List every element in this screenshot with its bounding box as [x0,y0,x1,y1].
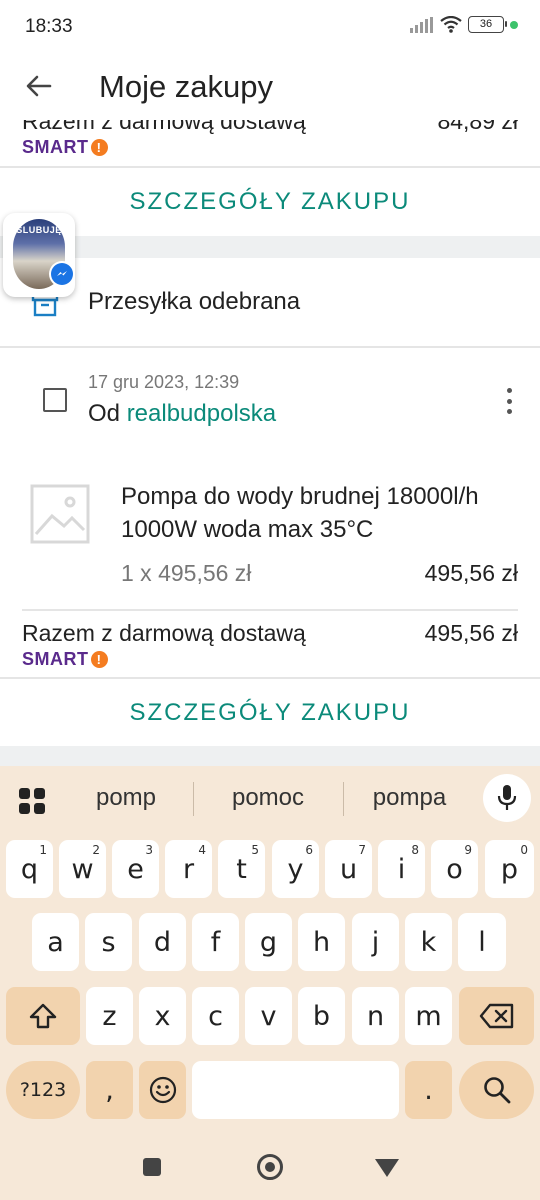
keyboard: pomp pomoc pompa q1 w2 e3 r4 t5 y6 u7 i8… [0,766,540,1130]
suggestion-1[interactable]: pomp [80,784,172,812]
product-quantity-price: 1 x 495,56 zł [121,560,252,586]
key-n[interactable]: n [352,987,399,1045]
system-nav-bar [0,1130,540,1200]
divider [0,677,540,679]
smart-badge: SMART! [22,649,518,670]
image-placeholder-icon [30,484,90,544]
suggestion-bar: pomp pomoc pompa [0,766,540,830]
suggestion-divider [343,782,344,816]
key-i[interactable]: i8 [378,840,425,898]
period-key[interactable]: . [405,1061,452,1119]
more-options-icon[interactable] [504,388,514,414]
suggestion-divider [193,782,194,816]
key-w[interactable]: w2 [59,840,106,898]
key-t[interactable]: t5 [218,840,265,898]
orders-list[interactable]: Razem z darmową dostawą 84,89 zł SMART! … [0,120,540,766]
product-line-total: 495,56 zł [424,560,518,586]
shift-icon [29,1003,57,1029]
key-c[interactable]: c [192,987,239,1045]
backspace-icon [479,1003,513,1029]
order-date: 17 gru 2023, 12:39 [88,372,240,392]
symbols-key[interactable]: ?123 [6,1061,80,1119]
key-v[interactable]: v [245,987,292,1045]
nav-back-icon[interactable] [375,1159,399,1177]
key-q[interactable]: q1 [6,840,53,898]
seller-link[interactable]: realbudpolska [127,400,276,427]
key-f[interactable]: f [192,913,239,971]
product-name: Pompa do wody brudnej 18000l/h 1000W wod… [121,483,479,543]
backspace-key[interactable] [459,987,534,1045]
key-g[interactable]: g [245,913,292,971]
total-amount: 495,56 zł [424,620,518,646]
clock: 18:33 [25,16,73,37]
key-l[interactable]: l [458,913,506,971]
key-p[interactable]: p0 [485,840,534,898]
wifi-icon [440,16,462,33]
emoji-key[interactable] [139,1061,186,1119]
key-h[interactable]: h [298,913,345,971]
seller-prefix: Od [88,400,127,427]
key-s[interactable]: s [85,913,132,971]
messenger-chat-head[interactable]: ŚLUBUJĘ [3,213,75,297]
order-status-row: Przesyłka odebrana [0,258,540,346]
key-e[interactable]: e3 [112,840,159,898]
key-j[interactable]: j [352,913,399,971]
smart-label: SMART [22,137,89,157]
home-icon[interactable] [257,1154,283,1180]
divider [0,166,540,168]
key-y[interactable]: y6 [272,840,319,898]
search-key[interactable] [459,1061,534,1119]
order-status: Przesyłka odebrana [88,288,301,315]
key-a[interactable]: a [32,913,79,971]
search-icon [483,1077,510,1104]
emoji-icon [149,1076,176,1104]
status-icons: 36 [410,16,518,33]
key-d[interactable]: d [139,913,186,971]
messenger-icon [49,261,75,287]
status-bar: 18:33 36 [0,0,540,55]
signal-icon [410,16,433,33]
key-x[interactable]: x [139,987,186,1045]
smart-exclamation-icon: ! [90,651,108,668]
order-total-row: Razem z darmową dostawą 495,56 zł SMART! [22,620,518,670]
section-gap [0,746,540,766]
smart-badge: SMART! [22,137,518,158]
divider [22,609,518,611]
order-header: 17 gru 2023, 12:39 Od realbudpolska [0,348,540,446]
purchase-details-button[interactable]: SZCZEGÓŁY ZAKUPU [0,188,540,216]
privacy-dot [510,20,518,29]
recents-icon[interactable] [143,1158,161,1176]
microphone-icon[interactable] [483,774,531,822]
suggestion-3[interactable]: pompa [362,784,457,812]
smart-label: SMART [22,649,89,669]
battery-icon: 36 [468,16,507,33]
key-z[interactable]: z [86,987,133,1045]
key-r[interactable]: r4 [165,840,212,898]
key-o[interactable]: o9 [431,840,478,898]
key-b[interactable]: b [298,987,345,1045]
suggestion-2[interactable]: pomoc [218,784,318,812]
page-title: Moje zakupy [99,69,274,104]
key-m[interactable]: m [405,987,452,1045]
space-key[interactable] [192,1061,399,1119]
product-item[interactable]: Pompa do wody brudnej 18000l/h 1000W wod… [0,446,540,606]
smart-exclamation-icon: ! [90,139,108,156]
purchase-details-button[interactable]: SZCZEGÓŁY ZAKUPU [0,699,540,727]
chat-head-title: ŚLUBUJĘ [16,225,62,235]
section-gap [0,236,540,258]
keyboard-apps-icon[interactable] [19,788,45,814]
order-checkbox[interactable] [43,388,67,412]
key-k[interactable]: k [405,913,452,971]
back-arrow-icon[interactable] [24,71,54,101]
prev-order-total-row: Razem z darmową dostawą 84,89 zł SMART! [22,120,518,158]
key-u[interactable]: u7 [325,840,372,898]
comma-key[interactable]: , [86,1061,133,1119]
shift-key[interactable] [6,987,80,1045]
order-seller-line: Od realbudpolska [88,400,276,428]
app-bar: Moje zakupy [0,55,540,120]
total-amount: 84,89 zł [437,120,518,134]
